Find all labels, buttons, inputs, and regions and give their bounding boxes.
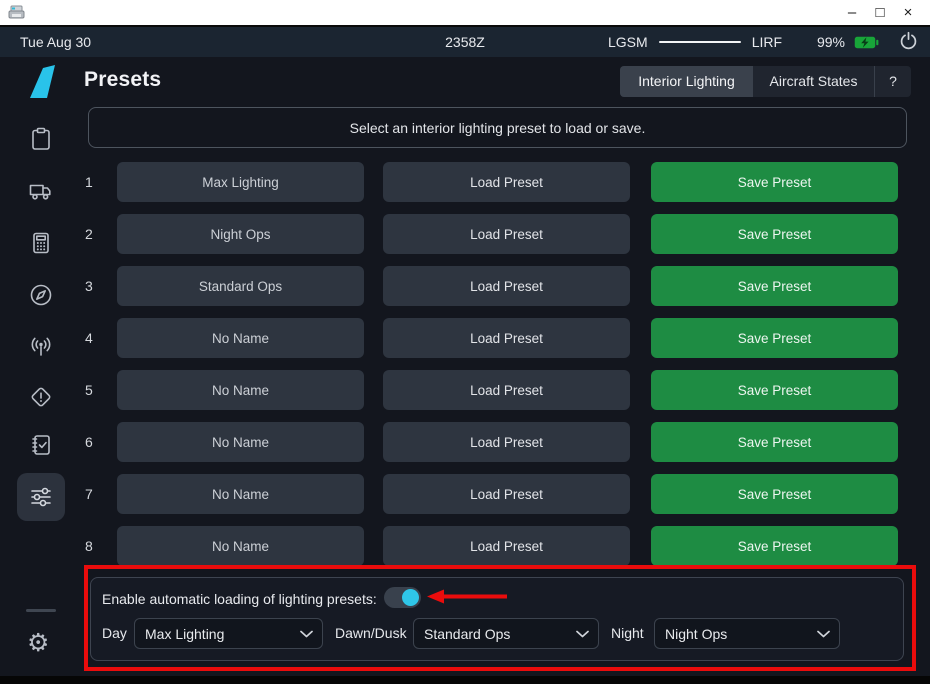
tab-aircraft-states[interactable]: Aircraft States	[753, 66, 874, 97]
clipboard-icon[interactable]	[27, 125, 55, 153]
sidebar: ⚙	[0, 57, 80, 677]
save-preset-button[interactable]: Save Preset	[651, 422, 898, 462]
preset-number: 8	[85, 538, 117, 554]
truck-icon[interactable]	[27, 177, 55, 205]
preset-name-button[interactable]: Max Lighting	[117, 162, 364, 202]
app-icon	[8, 4, 27, 26]
load-preset-button[interactable]: Load Preset	[383, 318, 630, 358]
day-label: Day	[102, 618, 127, 649]
preset-row: 4 No Name Load Preset Save Preset	[85, 312, 899, 364]
tab-bar: Interior Lighting Aircraft States ?	[620, 66, 911, 97]
save-preset-button[interactable]: Save Preset	[651, 214, 898, 254]
app-window: – □ × Tue Aug 30 2358Z LGSM LIRF 99%	[0, 0, 930, 684]
load-preset-button[interactable]: Load Preset	[383, 214, 630, 254]
close-button[interactable]: ×	[894, 0, 922, 25]
calculator-icon[interactable]	[27, 229, 55, 257]
toggle-knob	[402, 589, 419, 606]
window-bottom-edge	[0, 676, 930, 684]
load-preset-button[interactable]: Load Preset	[383, 162, 630, 202]
preset-row: 5 No Name Load Preset Save Preset	[85, 364, 899, 416]
save-preset-button[interactable]: Save Preset	[651, 474, 898, 514]
airline-tail-logo	[29, 64, 56, 104]
preset-number: 7	[85, 486, 117, 502]
minimize-button[interactable]: –	[838, 0, 866, 25]
broadcast-icon[interactable]	[27, 333, 55, 361]
save-preset-button[interactable]: Save Preset	[651, 266, 898, 306]
chevron-down-icon	[300, 630, 313, 638]
dawn-dusk-label: Dawn/Dusk	[335, 618, 407, 649]
route-progress-line	[659, 41, 741, 43]
preset-number: 2	[85, 226, 117, 242]
auto-load-label: Enable automatic loading of lighting pre…	[102, 591, 377, 607]
chevron-down-icon	[576, 630, 589, 638]
preset-name-button[interactable]: No Name	[117, 318, 364, 358]
chevron-down-icon	[817, 630, 830, 638]
tab-interior-lighting[interactable]: Interior Lighting	[620, 66, 753, 97]
auto-load-toggle[interactable]	[384, 587, 421, 608]
preset-number: 3	[85, 278, 117, 294]
battery-percent: 99%	[817, 34, 845, 50]
night-preset-select[interactable]: Night Ops	[654, 618, 840, 649]
save-preset-button[interactable]: Save Preset	[651, 370, 898, 410]
status-bar: Tue Aug 30 2358Z LGSM LIRF 99%	[0, 27, 930, 57]
checklist-icon[interactable]	[27, 431, 55, 459]
preset-row: 3 Standard Ops Load Preset Save Preset	[85, 260, 899, 312]
load-preset-button[interactable]: Load Preset	[383, 266, 630, 306]
preset-name-button[interactable]: No Name	[117, 370, 364, 410]
route-origin: LGSM	[608, 34, 648, 50]
preset-row: 8 No Name Load Preset Save Preset	[85, 520, 899, 572]
flight-route: LGSM LIRF	[608, 27, 782, 57]
load-preset-button[interactable]: Load Preset	[383, 526, 630, 566]
dawn-dusk-preset-select[interactable]: Standard Ops	[413, 618, 599, 649]
settings-gear-icon[interactable]: ⚙	[27, 629, 55, 657]
titlebar: – □ ×	[0, 0, 930, 27]
night-label: Night	[611, 618, 644, 649]
status-time: 2358Z	[445, 27, 485, 57]
preset-name-button[interactable]: No Name	[117, 526, 364, 566]
day-preset-value: Max Lighting	[135, 626, 300, 642]
help-button[interactable]: ?	[874, 66, 911, 97]
save-preset-button[interactable]: Save Preset	[651, 318, 898, 358]
preset-name-button[interactable]: Standard Ops	[117, 266, 364, 306]
route-destination: LIRF	[752, 34, 782, 50]
load-preset-button[interactable]: Load Preset	[383, 422, 630, 462]
page-title: Presets	[84, 68, 161, 92]
preset-row: 1 Max Lighting Load Preset Save Preset	[85, 156, 899, 208]
auto-load-panel: Enable automatic loading of lighting pre…	[90, 577, 904, 661]
battery-charging-icon	[854, 36, 879, 49]
save-preset-button[interactable]: Save Preset	[651, 162, 898, 202]
preset-name-button[interactable]: Night Ops	[117, 214, 364, 254]
preset-number: 5	[85, 382, 117, 398]
preset-name-button[interactable]: No Name	[117, 422, 364, 462]
power-icon[interactable]	[899, 31, 918, 53]
preset-number: 1	[85, 174, 117, 190]
instruction-text: Select an interior lighting preset to lo…	[350, 120, 646, 136]
load-preset-button[interactable]: Load Preset	[383, 370, 630, 410]
preset-number: 4	[85, 330, 117, 346]
dawn-dusk-preset-value: Standard Ops	[414, 626, 576, 642]
preset-row: 6 No Name Load Preset Save Preset	[85, 416, 899, 468]
day-preset-select[interactable]: Max Lighting	[134, 618, 323, 649]
alert-icon[interactable]	[27, 383, 55, 411]
preset-name-button[interactable]: No Name	[117, 474, 364, 514]
instruction-banner: Select an interior lighting preset to lo…	[88, 107, 907, 148]
compass-icon[interactable]	[27, 281, 55, 309]
preset-number: 6	[85, 434, 117, 450]
preset-row: 7 No Name Load Preset Save Preset	[85, 468, 899, 520]
night-preset-value: Night Ops	[655, 626, 817, 642]
preset-row: 2 Night Ops Load Preset Save Preset	[85, 208, 899, 260]
status-date: Tue Aug 30	[20, 27, 91, 57]
load-preset-button[interactable]: Load Preset	[383, 474, 630, 514]
maximize-button[interactable]: □	[866, 0, 894, 25]
save-preset-button[interactable]: Save Preset	[651, 526, 898, 566]
preset-list: 1 Max Lighting Load Preset Save Preset 2…	[85, 156, 899, 572]
sidebar-divider	[26, 609, 56, 612]
sliders-icon[interactable]	[27, 483, 55, 511]
